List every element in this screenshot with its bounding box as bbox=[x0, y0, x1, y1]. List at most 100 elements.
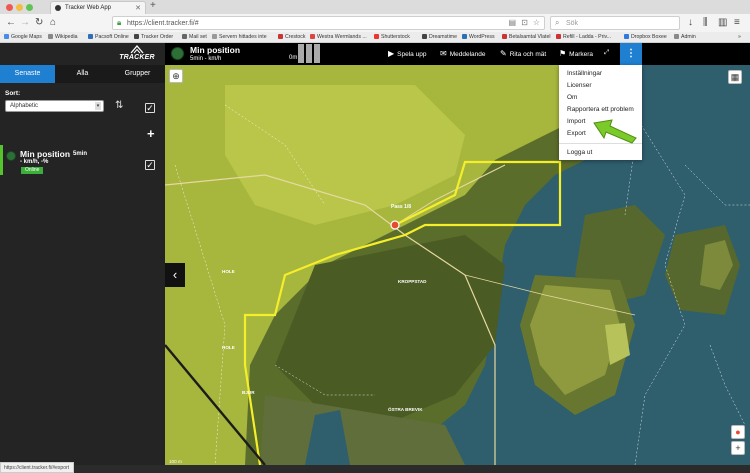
menu-icon[interactable]: ≡ bbox=[734, 17, 740, 29]
wikipedia-icon bbox=[48, 34, 53, 39]
draw-measure-button[interactable]: ✎ Rita och mät bbox=[500, 49, 546, 58]
bookmark-item[interactable]: Betalsamtal Vlatel bbox=[502, 34, 551, 40]
bookmark-item[interactable]: WordPress bbox=[462, 34, 495, 40]
mail-icon bbox=[182, 34, 187, 39]
downloads-icon[interactable]: ↓ bbox=[688, 17, 693, 29]
url-text: https://client.tracker.fi/# bbox=[127, 20, 199, 27]
maximize-window-button[interactable] bbox=[26, 4, 33, 11]
new-tab-button[interactable]: + bbox=[150, 0, 156, 11]
menu-item-import[interactable]: Import bbox=[567, 118, 585, 125]
tab-title: Tracker Web App bbox=[65, 5, 112, 11]
select-all-checkbox[interactable]: ✓ bbox=[145, 103, 155, 113]
thumbnail[interactable] bbox=[306, 44, 312, 63]
bookmark-item[interactable]: Shutterstock bbox=[374, 34, 410, 40]
sort-order-icon[interactable]: ⇅ bbox=[115, 100, 123, 111]
options-menu: Inställningar Licenser Om Rapportera ett… bbox=[559, 65, 642, 160]
add-icon[interactable]: + bbox=[147, 126, 155, 141]
bookmark-item[interactable]: Crestock bbox=[278, 34, 305, 40]
search-input[interactable]: ⌕ Sök bbox=[550, 16, 680, 30]
lock-icon: 🔒︎ bbox=[117, 18, 122, 27]
layers-icon[interactable]: ▦ bbox=[728, 70, 742, 84]
expand-icon[interactable]: ⤢ bbox=[604, 49, 609, 57]
message-button[interactable]: ✉ Meddelande bbox=[440, 49, 485, 58]
sidebar-toggle-icon[interactable]: ▥ bbox=[718, 17, 727, 29]
westra-icon bbox=[310, 34, 315, 39]
close-window-button[interactable] bbox=[6, 4, 13, 11]
status-bar-url: https://client.tracker.fi/#export bbox=[0, 462, 74, 473]
scale-label: 100 m bbox=[169, 459, 182, 464]
bookmark-item[interactable]: Google Maps bbox=[4, 34, 42, 40]
search-placeholder: Sök bbox=[566, 20, 579, 27]
menu-item-about[interactable]: Om bbox=[567, 94, 577, 101]
zoom-label: 0m bbox=[289, 55, 298, 61]
bookmark-item[interactable]: Mail set bbox=[182, 34, 207, 40]
chevron-down-icon: ▾ bbox=[95, 102, 101, 110]
place-label: HOLE bbox=[222, 269, 235, 274]
sort-label: Sort: bbox=[5, 90, 21, 97]
home-icon[interactable]: ⌂ bbox=[50, 17, 56, 29]
pin-label: Pass 1/8 bbox=[391, 204, 412, 210]
tab-close-icon[interactable]: ✕ bbox=[135, 4, 141, 12]
reader-icon[interactable]: ▤ bbox=[508, 18, 516, 27]
map-view[interactable]: ⊕ ▦ ● + Pass 1/8 KROPPSTAD ÖSTRA BREVIK … bbox=[165, 65, 750, 465]
location-pin-icon[interactable]: ● bbox=[731, 425, 745, 439]
bookmark-item[interactable]: Wikipedia bbox=[48, 34, 78, 40]
play-button[interactable]: ▶ Spela upp bbox=[388, 49, 426, 58]
tab-grupper[interactable]: Grupper bbox=[110, 65, 165, 83]
more-icon[interactable]: ⋮ bbox=[620, 43, 642, 65]
menu-item-logout[interactable]: Logga ut bbox=[567, 149, 592, 156]
bookmark-item[interactable]: Pacsoft Online bbox=[88, 34, 129, 40]
collapse-sidebar-button[interactable]: ‹ bbox=[165, 263, 185, 287]
place-label: ÖSTRA BREVIK bbox=[388, 407, 423, 412]
shutterstock-icon bbox=[374, 34, 379, 39]
list-item[interactable]: Min position 5min - km/h, -% Online bbox=[0, 145, 165, 175]
device-checkbox[interactable]: ✓ bbox=[145, 160, 155, 170]
pocket-icon[interactable]: ⊡ bbox=[521, 18, 528, 27]
device-speed: - km/h, -% bbox=[20, 159, 49, 165]
tab-alla[interactable]: Alla bbox=[55, 65, 110, 83]
menu-item-report-problem[interactable]: Rapportera ett problem bbox=[567, 106, 634, 113]
sidebar: TRACKER Senaste Alla Grupper Sort: Alpha… bbox=[0, 43, 165, 465]
thumbnail[interactable] bbox=[298, 44, 304, 63]
green-arrow-icon bbox=[593, 119, 637, 144]
browser-tab[interactable]: Tracker Web App ✕ bbox=[50, 1, 146, 14]
bookmark-star-icon[interactable]: ☆ bbox=[533, 18, 540, 27]
thumbnail[interactable] bbox=[314, 44, 320, 63]
device-status-icon bbox=[6, 151, 16, 161]
menu-item-licenses[interactable]: Licenser bbox=[567, 82, 592, 89]
mark-button[interactable]: ⚑ Markera bbox=[559, 49, 593, 58]
tab-senaste[interactable]: Senaste bbox=[0, 65, 55, 83]
bookmark-item[interactable]: Servern hittades inte bbox=[212, 34, 267, 40]
tracker-logo-icon bbox=[130, 45, 144, 54]
bookmark-item[interactable]: Admin bbox=[674, 34, 696, 40]
play-icon: ▶ bbox=[388, 49, 395, 58]
menu-item-export[interactable]: Export bbox=[567, 130, 586, 137]
zoom-in-button[interactable]: + bbox=[731, 441, 745, 455]
page-icon bbox=[212, 34, 217, 39]
library-icon[interactable]: ⫼ bbox=[703, 17, 708, 29]
tracker-icon bbox=[134, 34, 139, 39]
admin-icon bbox=[674, 34, 679, 39]
minimize-window-button[interactable] bbox=[16, 4, 23, 11]
wordpress-icon bbox=[462, 34, 467, 39]
reload-icon[interactable]: ↻ bbox=[35, 17, 43, 29]
sort-select[interactable]: Alphabetic ▾ bbox=[5, 100, 104, 112]
locate-icon[interactable]: ⊕ bbox=[169, 69, 183, 83]
back-icon[interactable]: ← bbox=[6, 17, 16, 29]
menu-item-settings[interactable]: Inställningar bbox=[567, 70, 602, 77]
bookmark-item[interactable]: Dreamstime bbox=[422, 34, 457, 40]
bookmark-item[interactable]: Tracker Order bbox=[134, 34, 173, 40]
url-bar[interactable]: 🔒︎ https://client.tracker.fi/# ▤ ⊡ ☆ bbox=[112, 16, 545, 30]
bookmarks-overflow-icon[interactable]: » bbox=[738, 34, 741, 40]
place-label: BJUR bbox=[242, 390, 255, 395]
bookmark-item[interactable]: Dropbox Boxee bbox=[624, 34, 667, 40]
sidebar-tabs: Senaste Alla Grupper bbox=[0, 65, 165, 83]
tracker-logo: TRACKER bbox=[109, 43, 165, 65]
forward-icon[interactable]: → bbox=[20, 17, 30, 29]
vlatel-icon bbox=[502, 34, 507, 39]
bookmark-item[interactable]: Westra Wermlands ... bbox=[310, 34, 367, 40]
place-label: HOLE bbox=[222, 345, 235, 350]
bookmark-item[interactable]: Refill - Ladda - Priv... bbox=[556, 34, 611, 40]
tracker-favicon-icon bbox=[55, 5, 61, 11]
search-icon: ⌕ bbox=[555, 18, 560, 27]
